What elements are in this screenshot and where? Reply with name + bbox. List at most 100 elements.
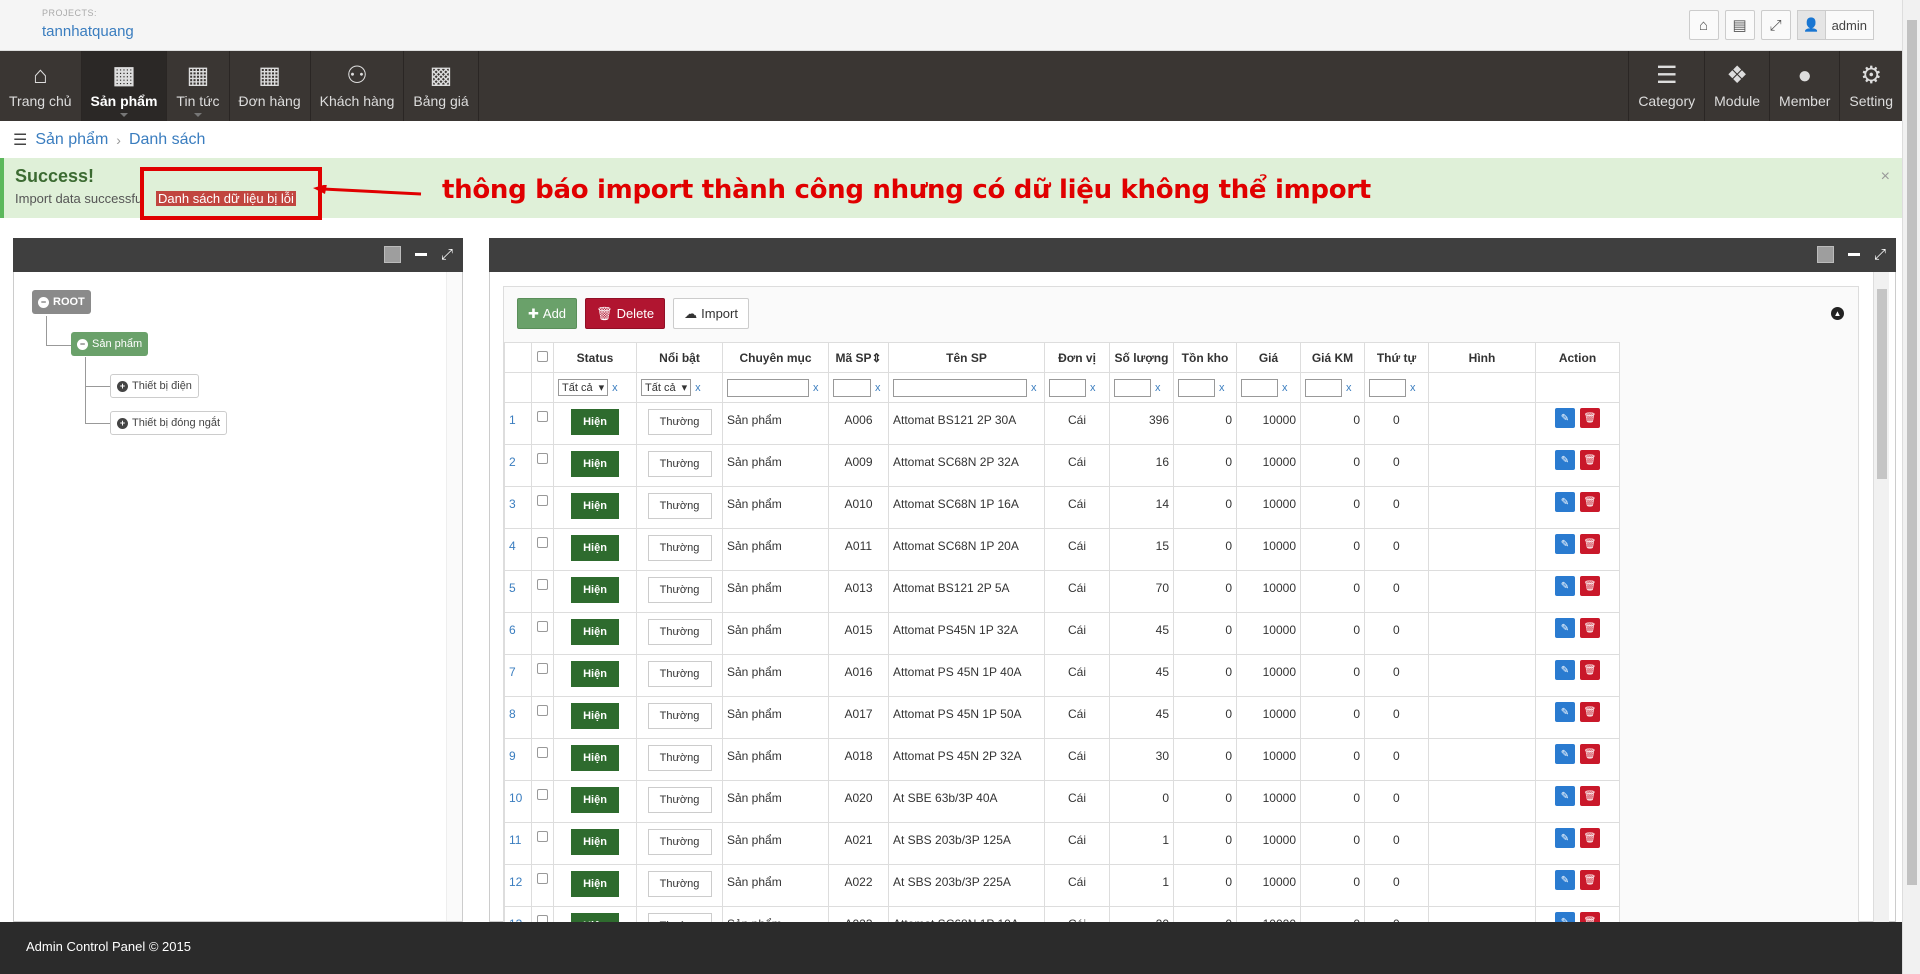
status-toggle-button[interactable]: Hiện bbox=[571, 829, 619, 855]
clear-filter[interactable]: x bbox=[1090, 382, 1096, 394]
header-status[interactable]: Status bbox=[553, 342, 637, 373]
row-index[interactable]: 8 bbox=[504, 696, 532, 739]
edit-icon[interactable]: ✎ bbox=[1555, 702, 1575, 722]
featured-toggle-button[interactable]: Thường bbox=[647, 745, 712, 771]
status-toggle-button[interactable]: Hiện bbox=[571, 787, 619, 813]
category-filter-input[interactable] bbox=[727, 378, 809, 397]
order-filter-input[interactable] bbox=[1369, 378, 1406, 397]
expand-icon[interactable]: ⤢ bbox=[441, 247, 453, 262]
delete-button[interactable]: 🗑 Delete bbox=[585, 298, 666, 329]
featured-toggle-button[interactable]: Thường bbox=[647, 535, 712, 561]
scrollbar-thumb[interactable] bbox=[1907, 20, 1917, 885]
status-toggle-button[interactable]: Hiện bbox=[571, 577, 619, 603]
status-toggle-button[interactable]: Hiện bbox=[571, 493, 619, 519]
close-icon[interactable]: × bbox=[1881, 168, 1890, 186]
code-filter-input[interactable] bbox=[833, 378, 871, 397]
row-checkbox[interactable] bbox=[537, 495, 548, 506]
row-select-cell[interactable] bbox=[531, 780, 554, 823]
status-filter-select[interactable]: Tất cả ▾ bbox=[558, 379, 609, 396]
row-index[interactable]: 6 bbox=[504, 612, 532, 655]
row-index[interactable]: 12 bbox=[504, 864, 532, 907]
clear-filter[interactable]: x bbox=[1031, 382, 1037, 394]
edit-icon[interactable]: ✎ bbox=[1555, 618, 1575, 638]
featured-toggle-button[interactable]: Thường bbox=[647, 787, 712, 813]
clear-filter[interactable]: x bbox=[612, 382, 618, 394]
header-sale-price[interactable]: Giá KM bbox=[1300, 342, 1365, 373]
expand-icon[interactable]: ⤢ bbox=[1874, 247, 1886, 262]
row-select-cell[interactable] bbox=[531, 486, 554, 529]
tree-node-root[interactable]: − ROOT bbox=[32, 290, 91, 314]
scrollbar-thumb[interactable] bbox=[1877, 289, 1887, 479]
row-checkbox[interactable] bbox=[537, 873, 548, 884]
featured-toggle-button[interactable]: Thường bbox=[647, 871, 712, 897]
nav-item-tin-tuc[interactable]: ▦ Tin tức bbox=[167, 51, 230, 121]
row-select-cell[interactable] bbox=[531, 444, 554, 487]
featured-filter-select[interactable]: Tất cả ▾ bbox=[641, 379, 692, 396]
stock-filter-input[interactable] bbox=[1178, 378, 1215, 397]
name-filter-input[interactable] bbox=[893, 378, 1027, 397]
clear-filter[interactable]: x bbox=[1282, 382, 1288, 394]
row-select-cell[interactable] bbox=[531, 738, 554, 781]
minimize-icon[interactable] bbox=[1847, 253, 1860, 256]
clear-filter[interactable]: x bbox=[875, 382, 881, 394]
project-name-link[interactable]: tannhatquang bbox=[42, 23, 134, 40]
tree-node-san-pham[interactable]: − Sản phẩm bbox=[71, 332, 149, 356]
row-checkbox[interactable] bbox=[537, 705, 548, 716]
quantity-filter-input[interactable] bbox=[1114, 378, 1151, 397]
row-checkbox[interactable] bbox=[537, 747, 548, 758]
header-quantity[interactable]: Số lượng bbox=[1109, 342, 1174, 373]
row-select-cell[interactable] bbox=[531, 822, 554, 865]
row-select-cell[interactable] bbox=[531, 864, 554, 907]
row-select-cell[interactable] bbox=[531, 402, 554, 445]
tree-node-thiet-bi-dong-ngat[interactable]: + Thiết bị đóng ngắt bbox=[110, 411, 228, 435]
add-button[interactable]: ✚ Add bbox=[517, 298, 578, 329]
trash-icon[interactable]: 🗑 bbox=[1580, 618, 1600, 638]
status-toggle-button[interactable]: Hiện bbox=[571, 661, 619, 687]
status-toggle-button[interactable]: Hiện bbox=[571, 535, 619, 561]
fullscreen-icon[interactable]: ⤢ bbox=[1760, 10, 1791, 40]
status-toggle-button[interactable]: Hiện bbox=[571, 619, 619, 645]
row-checkbox[interactable] bbox=[537, 537, 548, 548]
row-checkbox[interactable] bbox=[537, 831, 548, 842]
edit-icon[interactable]: ✎ bbox=[1555, 534, 1575, 554]
edit-icon[interactable]: ✎ bbox=[1555, 660, 1575, 680]
row-index[interactable]: 4 bbox=[504, 528, 532, 571]
header-category[interactable]: Chuyên mục bbox=[722, 342, 829, 373]
nav-item-setting[interactable]: ⚙ Setting bbox=[1839, 51, 1902, 121]
tree-scrollbar[interactable] bbox=[446, 272, 462, 921]
featured-toggle-button[interactable]: Thường bbox=[647, 493, 712, 519]
edit-icon[interactable]: ✎ bbox=[1555, 408, 1575, 428]
trash-icon[interactable]: 🗑 bbox=[1580, 828, 1600, 848]
row-index[interactable]: 11 bbox=[504, 822, 532, 865]
unit-filter-input[interactable] bbox=[1049, 378, 1086, 397]
row-index[interactable]: 7 bbox=[504, 654, 532, 697]
breadcrumb-page[interactable]: Danh sách bbox=[129, 131, 206, 149]
row-select-cell[interactable] bbox=[531, 612, 554, 655]
edit-icon[interactable]: ✎ bbox=[1555, 450, 1575, 470]
nav-item-trang-chu[interactable]: ⌂ Trang chủ bbox=[0, 51, 82, 121]
clear-filter[interactable]: x bbox=[1219, 382, 1225, 394]
status-toggle-button[interactable]: Hiện bbox=[571, 703, 619, 729]
edit-icon[interactable]: ✎ bbox=[1555, 786, 1575, 806]
featured-toggle-button[interactable]: Thường bbox=[647, 661, 712, 687]
clear-filter[interactable]: x bbox=[1410, 382, 1416, 394]
header-price[interactable]: Giá bbox=[1236, 342, 1301, 373]
trash-icon[interactable]: 🗑 bbox=[1580, 870, 1600, 890]
import-button[interactable]: ☁ Import bbox=[673, 298, 749, 329]
clear-filter[interactable]: x bbox=[1155, 382, 1161, 394]
row-select-cell[interactable] bbox=[531, 528, 554, 571]
row-checkbox[interactable] bbox=[537, 789, 548, 800]
row-checkbox[interactable] bbox=[537, 621, 548, 632]
book-icon[interactable]: ▤ bbox=[1724, 10, 1755, 40]
color-toggle-icon[interactable] bbox=[383, 246, 401, 263]
status-toggle-button[interactable]: Hiện bbox=[571, 409, 619, 435]
page-scrollbar[interactable] bbox=[1902, 0, 1920, 974]
select-all-checkbox[interactable] bbox=[537, 350, 548, 362]
trash-icon[interactable]: 🗑 bbox=[1580, 408, 1600, 428]
trash-icon[interactable]: 🗑 bbox=[1580, 534, 1600, 554]
featured-toggle-button[interactable]: Thường bbox=[647, 451, 712, 477]
trash-icon[interactable]: 🗑 bbox=[1580, 576, 1600, 596]
edit-icon[interactable]: ✎ bbox=[1555, 744, 1575, 764]
status-toggle-button[interactable]: Hiện bbox=[571, 451, 619, 477]
clear-filter[interactable]: x bbox=[695, 382, 701, 394]
